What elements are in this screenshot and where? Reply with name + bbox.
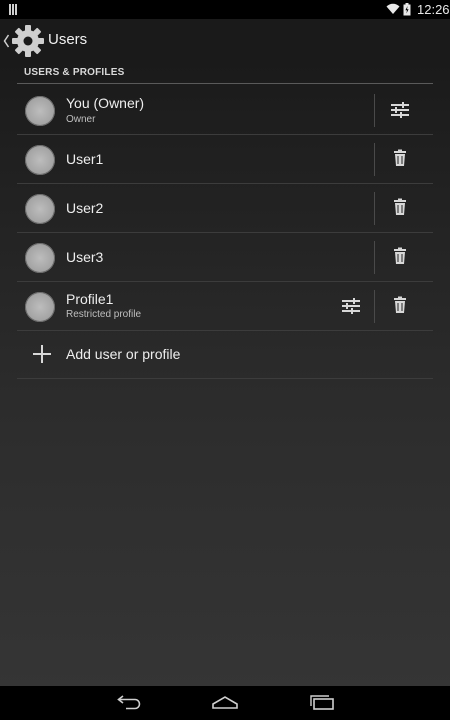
user-subtitle: Owner [66,114,96,125]
trash-icon[interactable] [393,198,407,216]
add-user-label: Add user or profile [66,346,181,362]
user-name: You (Owner) [66,95,145,111]
row-separator [374,143,375,176]
user-name: Profile1 [66,291,114,307]
sliders-icon[interactable] [341,297,361,315]
avatar [25,243,55,273]
user-name: User2 [66,200,104,216]
sliders-icon[interactable] [390,101,410,119]
status-time: 12:26 [417,2,450,17]
notification-icon [9,4,17,15]
add-user-button[interactable]: Add user or profile [17,331,433,379]
action-bar: Users [0,19,450,63]
row-separator [374,192,375,225]
avatar [25,96,55,126]
user-row-user2[interactable]: User2 [17,184,433,233]
user-name: User1 [66,151,104,167]
row-separator [374,290,375,323]
row-separator [374,241,375,274]
row-separator [374,94,375,127]
wifi-icon [386,3,400,14]
trash-icon[interactable] [393,296,407,314]
user-row-owner[interactable]: You (Owner) Owner [17,86,433,135]
status-bar: 12:26 [0,0,450,19]
user-subtitle: Restricted profile [66,309,142,320]
avatar [25,194,55,224]
gear-icon[interactable] [10,23,46,59]
navigation-bar [0,686,450,720]
user-name: User3 [66,249,104,265]
battery-icon [403,3,411,16]
page-title: Users [48,31,88,48]
avatar [25,145,55,175]
users-settings-screen: 12:26 Users USERS & PROFILES You (Owner)… [0,0,450,720]
user-row-user3[interactable]: User3 [17,233,433,282]
section-divider [17,83,433,84]
home-icon[interactable] [211,694,239,710]
user-row-profile1[interactable]: Profile1 Restricted profile [17,282,433,331]
user-row-user1[interactable]: User1 [17,135,433,184]
recents-icon[interactable] [309,694,335,710]
section-header: USERS & PROFILES [24,67,125,78]
trash-icon[interactable] [393,247,407,265]
avatar [25,292,55,322]
back-icon[interactable] [117,694,143,710]
trash-icon[interactable] [393,149,407,167]
row-divider [17,378,433,379]
chevron-left-icon[interactable] [3,34,10,48]
plus-icon [33,345,51,363]
